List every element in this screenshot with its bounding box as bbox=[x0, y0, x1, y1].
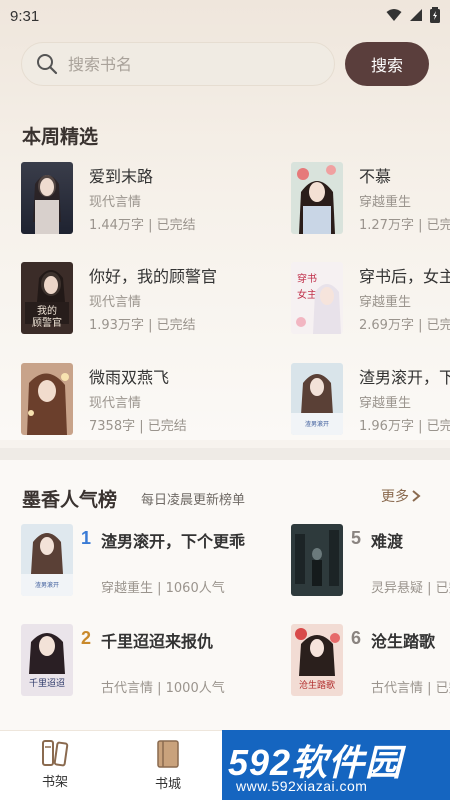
book-genre: 穿越重生 bbox=[359, 295, 412, 310]
book-cover bbox=[21, 363, 73, 435]
svg-text:顾警官: 顾警官 bbox=[32, 316, 62, 329]
status-bar: 9:31 bbox=[0, 0, 450, 32]
svg-text:女主: 女主 bbox=[297, 288, 317, 301]
book-cover: 沧生踏歌 bbox=[291, 624, 343, 696]
rank-number: 2 bbox=[81, 628, 92, 648]
rank-book-title: 沧生踏歌 bbox=[371, 632, 436, 651]
book-title: 渣男滚开，下 bbox=[359, 368, 450, 387]
book-title: 不慕 bbox=[359, 167, 392, 186]
book-cover bbox=[21, 162, 73, 234]
book-genre: 穿越重生 bbox=[359, 195, 412, 210]
book-card[interactable]: 穿书 女主 穿书后，女主 穿越重生 2.69万字 | 已完 bbox=[291, 262, 450, 342]
book-cover bbox=[291, 524, 343, 596]
section-divider bbox=[0, 448, 450, 460]
book-cover: 渣男滚开 bbox=[21, 524, 73, 596]
book-cover: 渣男滚开 bbox=[291, 363, 343, 435]
ranking-title: 墨香人气榜 bbox=[22, 489, 118, 511]
book-cover: 我的 顾警官 bbox=[21, 262, 73, 334]
book-genre: 现代言情 bbox=[89, 195, 142, 210]
rank-item[interactable]: 沧生踏歌 6 沧生踏歌 古代言情 | 已完 bbox=[291, 624, 450, 704]
more-link[interactable]: 更多 bbox=[381, 486, 421, 506]
book-meta: 1.93万字 | 已完结 bbox=[89, 318, 196, 333]
rank-book-meta: 古代言情 | 已完 bbox=[371, 681, 450, 696]
book-meta: 1.96万字 | 已完 bbox=[359, 419, 450, 434]
book-genre: 现代言情 bbox=[89, 396, 142, 411]
search-bar[interactable] bbox=[21, 42, 335, 86]
search-input[interactable] bbox=[68, 54, 298, 74]
bookstore-icon bbox=[157, 740, 179, 768]
book-meta: 2.69万字 | 已完 bbox=[359, 318, 450, 333]
tab-label: 书架 bbox=[41, 775, 68, 790]
rank-book-title: 难渡 bbox=[371, 532, 404, 551]
search-icon bbox=[37, 54, 58, 75]
book-genre: 穿越重生 bbox=[359, 396, 412, 411]
battery-icon bbox=[430, 7, 440, 23]
book-meta: 7358字 | 已完结 bbox=[89, 419, 187, 434]
book-meta: 1.27万字 | 已完结 bbox=[359, 218, 450, 233]
book-title: 穿书后，女主 bbox=[359, 267, 450, 286]
search-button[interactable]: 搜索 bbox=[345, 42, 429, 86]
svg-text:渣男滚开: 渣男滚开 bbox=[35, 581, 59, 589]
bookshelf-icon bbox=[42, 740, 69, 767]
ranking-subtitle: 每日凌晨更新榜单 bbox=[141, 493, 246, 508]
tab-bookstore[interactable]: 书城 bbox=[133, 739, 203, 795]
rank-item[interactable]: 渣男滚开 1 渣男滚开，下个更乖 穿越重生 | 1060人气 bbox=[21, 524, 246, 604]
book-meta: 1.44万字 | 已完结 bbox=[89, 218, 196, 233]
svg-text:我的: 我的 bbox=[37, 304, 57, 317]
svg-text:穿书: 穿书 bbox=[297, 272, 317, 285]
rank-number: 6 bbox=[351, 628, 362, 648]
chevron-right-icon bbox=[412, 490, 421, 502]
svg-text:千里迢迢: 千里迢迢 bbox=[29, 678, 65, 689]
book-card[interactable]: 不慕 穿越重生 1.27万字 | 已完结 bbox=[291, 162, 450, 242]
status-time: 9:31 bbox=[10, 7, 40, 25]
rank-item[interactable]: 5 难渡 灵异悬疑 | 已完 bbox=[291, 524, 450, 604]
weekly-picks-title: 本周精选 bbox=[22, 126, 99, 148]
rank-number: 5 bbox=[351, 528, 362, 548]
tab-label: 书城 bbox=[154, 777, 181, 792]
wifi-icon bbox=[386, 9, 402, 21]
book-cover: 穿书 女主 bbox=[291, 262, 343, 334]
book-card[interactable]: 爱到末路 现代言情 1.44万字 | 已完结 bbox=[21, 162, 241, 242]
rank-number: 1 bbox=[81, 528, 92, 548]
book-genre: 现代言情 bbox=[89, 295, 142, 310]
book-card[interactable]: 渣男滚开 渣男滚开，下 穿越重生 1.96万字 | 已完 bbox=[291, 363, 450, 443]
signal-icon bbox=[410, 9, 422, 21]
rank-book-meta: 灵异悬疑 | 已完 bbox=[371, 581, 450, 596]
book-card[interactable]: 微雨双燕飞 现代言情 7358字 | 已完结 bbox=[21, 363, 241, 443]
book-card[interactable]: 我的 顾警官 你好，我的顾警官 现代言情 1.93万字 | 已完结 bbox=[21, 262, 241, 342]
book-cover bbox=[291, 162, 343, 234]
rank-book-meta: 古代言情 | 1000人气 bbox=[101, 681, 225, 696]
book-title: 微雨双燕飞 bbox=[89, 368, 170, 387]
svg-text:渣男滚开: 渣男滚开 bbox=[305, 420, 329, 428]
rank-book-title: 渣男滚开，下个更乖 bbox=[101, 532, 246, 551]
book-cover: 千里迢迢 bbox=[21, 624, 73, 696]
watermark-url: www.592xiazai.com bbox=[236, 778, 368, 794]
rank-item[interactable]: 千里迢迢 2 千里迢迢来报仇 古代言情 | 1000人气 bbox=[21, 624, 246, 704]
rank-book-title: 千里迢迢来报仇 bbox=[101, 632, 214, 651]
rank-book-meta: 穿越重生 | 1060人气 bbox=[101, 581, 225, 596]
book-title: 你好，我的顾警官 bbox=[89, 267, 218, 286]
more-label: 更多 bbox=[381, 489, 409, 505]
svg-text:沧生踏歌: 沧生踏歌 bbox=[299, 679, 335, 691]
book-title: 爱到末路 bbox=[89, 167, 154, 186]
tab-bookshelf[interactable]: 书架 bbox=[20, 739, 90, 795]
watermark-logo: 592软件园 www.592xiazai.com bbox=[222, 730, 450, 800]
